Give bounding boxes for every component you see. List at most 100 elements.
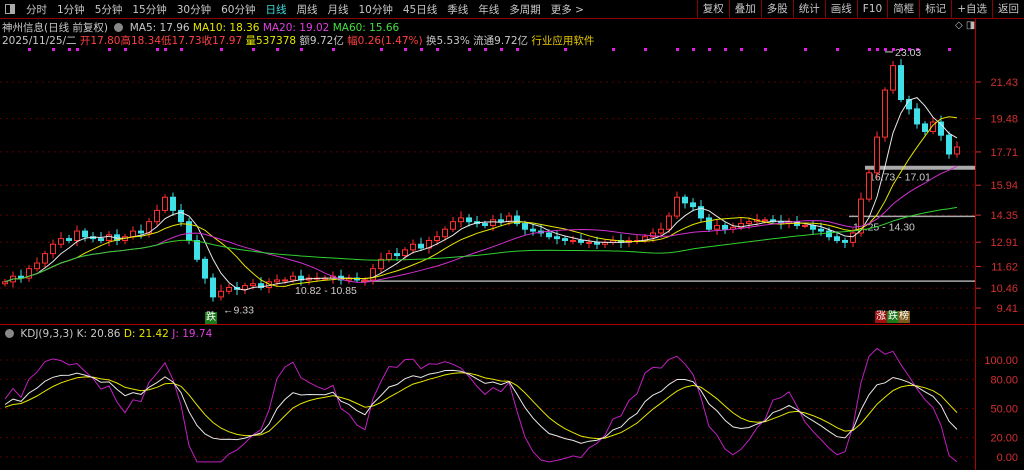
signal-mark [76, 48, 79, 51]
price-chart[interactable]: 21.4319.4817.7115.9414.3512.9111.6210.46… [0, 0, 1024, 470]
y-tick-label: 11.62 [991, 261, 1018, 273]
signal-mark [876, 48, 879, 51]
kdj-tick-label: 0.00 [997, 452, 1018, 464]
signal-mark [420, 48, 423, 51]
candle-body [251, 284, 256, 286]
signal-mark [500, 48, 503, 51]
rank-badge[interactable]: 榜 [898, 311, 910, 323]
axis-divider [975, 19, 976, 470]
candle-body [747, 222, 752, 224]
candle-body [531, 229, 536, 231]
kdj-settings-icon[interactable] [5, 329, 14, 338]
kdj-legend: KDJ(9,3,3) K: 20.86 D: 21.42 J: 19.74 [2, 328, 212, 340]
signal-mark [948, 48, 951, 51]
signal-mark [108, 48, 111, 51]
candle-body [571, 240, 576, 241]
candle-body [659, 229, 664, 233]
y-tick-label: 12.91 [990, 237, 1018, 249]
candle-body [387, 254, 392, 260]
price-level-label: 10.82 - 10.85 [295, 285, 357, 297]
signal-mark [28, 48, 31, 51]
candle-body [595, 242, 600, 244]
signal-mark [692, 48, 695, 51]
signal-mark [884, 48, 887, 51]
y-tick-label: 19.48 [990, 114, 1018, 126]
candle-body [675, 197, 680, 216]
candle-body [67, 239, 72, 241]
signal-mark [612, 48, 615, 51]
candle-body [763, 220, 768, 221]
signal-mark [276, 48, 279, 51]
fall-badge[interactable]: 跌 [205, 312, 217, 324]
candle-body [275, 280, 280, 282]
candle-body [883, 90, 888, 137]
candle-body [827, 231, 832, 237]
kdj-k: K: 20.86 [77, 328, 121, 340]
high-annotation: 23.03 [895, 47, 921, 59]
limit-up-badge[interactable]: 涨 [875, 311, 887, 323]
candle-body [867, 173, 872, 199]
signal-mark [516, 48, 519, 51]
candle-body [875, 137, 880, 173]
candle-body [155, 210, 160, 221]
candle-body [891, 66, 896, 90]
candle-body [923, 124, 928, 132]
candle-body [395, 254, 400, 256]
candle-body [443, 229, 448, 237]
signal-mark [836, 48, 839, 51]
signal-mark [252, 48, 255, 51]
candle-body [899, 66, 904, 100]
low-annotation: ←9.33 [223, 304, 254, 316]
signal-mark [68, 48, 71, 51]
candle-body [411, 244, 416, 250]
candle-body [587, 242, 592, 243]
ma5-line [5, 98, 957, 291]
signal-mark [436, 48, 439, 51]
candle-body [667, 216, 672, 229]
candle-body [579, 240, 584, 242]
candle-body [499, 220, 504, 222]
signal-mark [380, 48, 383, 51]
candle-body [851, 233, 856, 242]
signal-mark [564, 48, 567, 51]
signal-mark [676, 48, 679, 51]
y-tick-label: 17.71 [990, 147, 1018, 159]
signal-mark [300, 48, 303, 51]
kdj-tick-label: 50.00 [990, 404, 1018, 416]
candle-body [163, 197, 168, 210]
candle-body [139, 231, 144, 233]
candle-body [107, 235, 112, 241]
ma60-line [5, 207, 957, 281]
candle-body [715, 225, 720, 229]
candle-body [59, 239, 64, 245]
signal-mark [740, 48, 743, 51]
candle-body [419, 244, 424, 248]
signal-mark [124, 48, 127, 51]
candle-body [283, 280, 288, 281]
candle-body [523, 224, 528, 230]
kdj-tick-label: 80.00 [990, 374, 1018, 386]
candle-body [35, 263, 40, 269]
signal-mark [220, 48, 223, 51]
y-tick-label: 15.94 [990, 180, 1018, 192]
y-tick-label: 9.41 [997, 303, 1018, 315]
ma10-line [5, 117, 957, 287]
candle-body [51, 244, 56, 253]
candle-body [547, 233, 552, 237]
candle-body [811, 225, 816, 229]
candle-body [83, 231, 88, 237]
kdj-d-line [5, 373, 957, 439]
signal-mark [156, 48, 159, 51]
candle-body [227, 287, 232, 291]
signal-mark [52, 48, 55, 51]
candle-body [363, 280, 368, 281]
candle-body [467, 218, 472, 222]
candle-body [243, 286, 248, 290]
candle-body [75, 231, 80, 240]
candle-body [43, 254, 48, 263]
y-tick-label: 14.35 [990, 210, 1018, 222]
signal-mark [180, 48, 183, 51]
signal-mark [644, 48, 647, 51]
signal-mark [764, 48, 767, 51]
candle-body [459, 218, 464, 222]
